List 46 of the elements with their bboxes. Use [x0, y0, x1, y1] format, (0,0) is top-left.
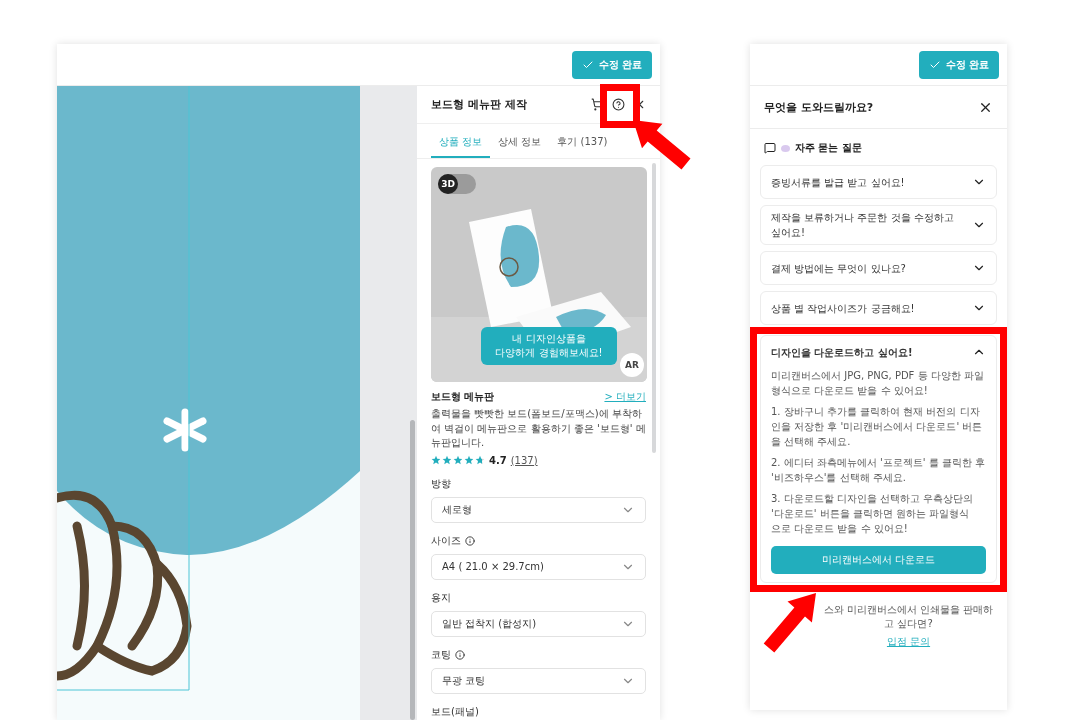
option-select[interactable]: 일반 접착지 (합성지)	[431, 610, 646, 637]
option-label: 방향	[431, 476, 451, 491]
tab[interactable]: 후기 (137)	[549, 128, 616, 158]
option-label: 사이즈	[431, 533, 461, 548]
faq-answer: 2. 에디터 좌측메뉴에서 '프로젝트' 를 클릭한 후 '비즈하우스'를 선택해 주세요.	[771, 456, 986, 485]
star-icon	[464, 455, 474, 465]
review-count-link[interactable]: (137)	[510, 454, 538, 466]
option-label: 보드(패널)	[431, 704, 479, 719]
option-select[interactable]: A4 ( 21.0 × 29.7cm)	[431, 553, 646, 580]
thought-bubble-icon	[781, 144, 790, 152]
option-label: 용지	[431, 590, 451, 605]
faq-answer: 3. 다운로드할 디자인을 선택하고 우측상단의 '다운로드' 버튼을 클릭하면 원하는 파일형식 으로 다운로드 받을 수 있어요!	[771, 492, 975, 536]
tooltip-bubble: 내 디자인상품을 다양하게 경험해보세요!	[481, 327, 617, 365]
product-name: 보드형 메뉴판	[431, 390, 495, 404]
faq-question: 상품 별 작업사이즈가 궁금해요!	[771, 301, 915, 316]
faq-item[interactable]: 증빙서류를 발급 받고 싶어요!	[760, 165, 997, 199]
option-select[interactable]: 세로형	[431, 496, 646, 523]
product-description: 출력물을 빳빳한 보드(폼보드/포맥스)에 부착하여 벽걸이 메뉴판으로 활용하기 좋은 '보드형' 메뉴판입니다.	[431, 407, 646, 450]
faq-question: 디자인을 다운로드하고 싶어요!	[771, 345, 913, 360]
3d-toggle[interactable]: 3D	[438, 174, 476, 194]
star-icon	[442, 455, 452, 465]
faq-heading: 자주 묻는 질문	[795, 141, 862, 155]
scrollbar-thumb[interactable]	[410, 420, 415, 720]
star-icon	[431, 455, 441, 465]
faq-item[interactable]: 제작을 보류하거나 주문한 것을 수정하고 싶어요!	[760, 205, 997, 245]
option-select[interactable]: 무광 코팅	[431, 667, 646, 694]
faq-question: 제작을 보류하거나 주문한 것을 수정하고 싶어요!	[771, 211, 955, 240]
option-label: 코팅	[431, 647, 451, 662]
faq-question: 증빙서류를 발급 받고 싶어요!	[771, 175, 905, 190]
tab[interactable]: 상세 정보	[490, 128, 550, 158]
rating-value: 4.7	[489, 454, 507, 466]
faq-answer: 1. 장바구니 추가를 클릭하여 현재 버전의 디자인을 저장한 후 '미리캔버스에서 다운로드' 버튼을 선택해 주세요.	[771, 405, 984, 449]
info-icon[interactable]	[465, 535, 475, 546]
footer-text: 스와 미리캔버스에서 인쇄물을 판매하고 싶다면?	[822, 603, 995, 631]
panel-title: 보드형 메뉴판 제작	[431, 97, 528, 112]
help-title: 무엇을 도와드릴까요?	[764, 99, 874, 115]
faq-answer: 미리캔버스에서 JPG, PNG, PDF 등 다양한 파일형식으로 다운로드 받을 수 있어요!	[771, 369, 985, 398]
scrollbar-thumb[interactable]	[652, 163, 656, 453]
faq-question: 결제 방법에는 무엇이 있나요?	[771, 261, 906, 276]
chat-icon	[764, 142, 776, 154]
faq-item[interactable]: 상품 별 작업사이즈가 궁금해요!	[760, 291, 997, 325]
info-icon[interactable]	[455, 649, 465, 660]
star-icon	[475, 455, 485, 465]
star-icon	[453, 455, 463, 465]
faq-item[interactable]: 결제 방법에는 무엇이 있나요?	[760, 251, 997, 285]
help-icon[interactable]	[612, 98, 625, 111]
